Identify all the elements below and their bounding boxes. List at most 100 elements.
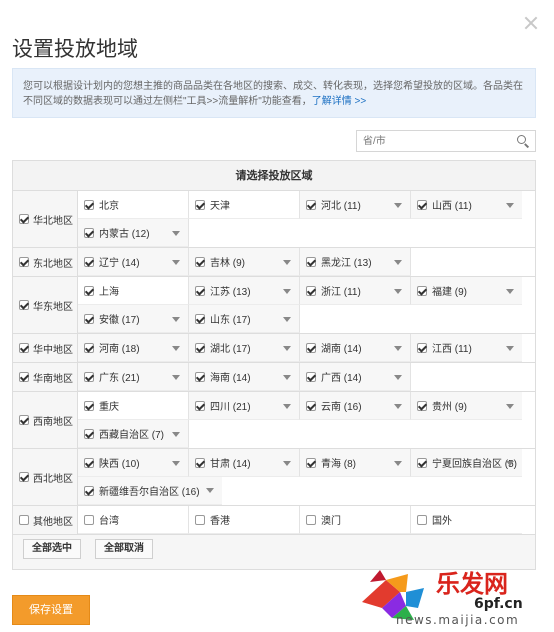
province-checkbox[interactable] [195, 457, 205, 468]
province-checkbox[interactable] [195, 514, 205, 525]
province-checkbox[interactable] [84, 400, 94, 411]
region-checkbox[interactable] [19, 300, 29, 310]
chevron-down-icon[interactable] [172, 231, 180, 236]
province-checkbox[interactable] [195, 199, 205, 210]
save-button[interactable]: 保存设置 [12, 595, 90, 625]
region-checkbox[interactable] [19, 372, 29, 382]
province-item[interactable]: 浙江 (11) [300, 277, 411, 305]
deselect-all-button[interactable]: 全部取消 [95, 539, 153, 559]
province-checkbox[interactable] [84, 227, 94, 238]
chevron-down-icon[interactable] [394, 404, 402, 409]
province-item[interactable]: 上海 [78, 277, 189, 305]
chevron-down-icon[interactable] [283, 260, 291, 265]
chevron-down-icon[interactable] [172, 375, 180, 380]
province-checkbox[interactable] [84, 485, 94, 496]
province-checkbox[interactable] [84, 199, 94, 210]
chevron-down-icon[interactable] [283, 317, 291, 322]
province-checkbox[interactable] [84, 428, 94, 439]
province-checkbox[interactable] [195, 256, 205, 267]
province-checkbox[interactable] [417, 457, 427, 468]
region-checkbox-label[interactable]: 西南地区 [13, 392, 78, 448]
search-input[interactable] [357, 131, 507, 151]
region-checkbox-label[interactable]: 华北地区 [13, 191, 78, 247]
province-item[interactable]: 内蒙古 (12) [78, 219, 189, 247]
chevron-down-icon[interactable] [172, 317, 180, 322]
province-checkbox[interactable] [306, 400, 316, 411]
chevron-down-icon[interactable] [394, 203, 402, 208]
learn-more-link[interactable]: 了解详情 [312, 96, 352, 107]
chevron-down-icon[interactable] [172, 461, 180, 466]
province-checkbox[interactable] [417, 285, 427, 296]
chevron-down-icon[interactable] [172, 260, 180, 265]
chevron-down-icon[interactable] [205, 488, 214, 493]
province-checkbox[interactable] [195, 371, 205, 382]
province-checkbox[interactable] [306, 371, 316, 382]
region-checkbox[interactable] [19, 515, 29, 525]
province-checkbox[interactable] [417, 342, 427, 353]
province-item[interactable]: 广东 (21) [78, 363, 189, 391]
chevron-down-icon[interactable] [506, 346, 514, 351]
chevron-down-icon[interactable] [172, 346, 180, 351]
region-checkbox-label[interactable]: 西北地区 [13, 449, 78, 505]
chevron-down-icon[interactable] [283, 461, 291, 466]
province-item[interactable]: 江苏 (13) [189, 277, 300, 305]
chevron-down-icon[interactable] [283, 289, 291, 294]
province-item[interactable]: 福建 (9) [411, 277, 522, 305]
province-item[interactable]: 河南 (18) [78, 334, 189, 362]
chevron-down-icon[interactable] [394, 346, 402, 351]
province-checkbox[interactable] [195, 400, 205, 411]
province-item[interactable]: 香港 [189, 506, 300, 534]
province-checkbox[interactable] [306, 514, 316, 525]
chevron-down-icon[interactable] [283, 375, 291, 380]
region-checkbox-label[interactable]: 华南地区 [13, 363, 78, 391]
province-item[interactable]: 广西 (14) [300, 363, 411, 391]
province-checkbox[interactable] [306, 285, 316, 296]
province-checkbox[interactable] [84, 313, 94, 324]
region-checkbox-label[interactable]: 华中地区 [13, 334, 78, 362]
province-checkbox[interactable] [306, 256, 316, 267]
province-item[interactable]: 辽宁 (14) [78, 248, 189, 276]
province-item[interactable]: 黑龙江 (13) [300, 248, 411, 276]
province-checkbox[interactable] [84, 514, 94, 525]
province-checkbox[interactable] [306, 457, 316, 468]
province-item[interactable]: 湖南 (14) [300, 334, 411, 362]
region-checkbox[interactable] [19, 415, 29, 425]
province-item[interactable]: 山西 (11) [411, 191, 522, 219]
province-item[interactable]: 安徽 (17) [78, 305, 189, 333]
province-item[interactable]: 北京 [78, 191, 189, 219]
province-item[interactable]: 天津 [189, 191, 300, 219]
region-checkbox[interactable] [19, 343, 29, 353]
region-checkbox[interactable] [19, 472, 29, 482]
province-checkbox[interactable] [84, 256, 94, 267]
chevron-down-icon[interactable] [394, 260, 402, 265]
region-checkbox-label[interactable]: 华东地区 [13, 277, 78, 333]
province-item[interactable]: 新疆维吾尔自治区 (16) [78, 477, 222, 505]
province-item[interactable]: 澳门 [300, 506, 411, 534]
chevron-down-icon[interactable] [394, 289, 402, 294]
province-item[interactable]: 云南 (16) [300, 392, 411, 420]
chevron-down-icon[interactable] [283, 404, 291, 409]
province-item[interactable]: 吉林 (9) [189, 248, 300, 276]
province-item[interactable]: 贵州 (9) [411, 392, 522, 420]
chevron-down-icon[interactable] [172, 432, 180, 437]
chevron-down-icon[interactable] [506, 404, 514, 409]
province-checkbox[interactable] [306, 342, 316, 353]
province-checkbox[interactable] [195, 285, 205, 296]
province-item[interactable]: 湖北 (17) [189, 334, 300, 362]
chevron-down-icon[interactable] [394, 461, 402, 466]
chevron-down-icon[interactable] [394, 375, 402, 380]
province-checkbox[interactable] [195, 342, 205, 353]
province-checkbox[interactable] [84, 285, 94, 296]
province-checkbox[interactable] [84, 457, 94, 468]
chevron-down-icon[interactable] [506, 461, 514, 466]
province-item[interactable]: 江西 (11) [411, 334, 522, 362]
province-item[interactable]: 河北 (11) [300, 191, 411, 219]
chevron-down-icon[interactable] [506, 203, 514, 208]
chevron-down-icon[interactable] [283, 346, 291, 351]
region-checkbox-label[interactable]: 东北地区 [13, 248, 78, 276]
chevron-down-icon[interactable] [506, 289, 514, 294]
region-checkbox[interactable] [19, 214, 29, 224]
select-all-button[interactable]: 全部选中 [23, 539, 81, 559]
province-item[interactable]: 青海 (8) [300, 449, 411, 477]
province-item[interactable]: 山东 (17) [189, 305, 300, 333]
